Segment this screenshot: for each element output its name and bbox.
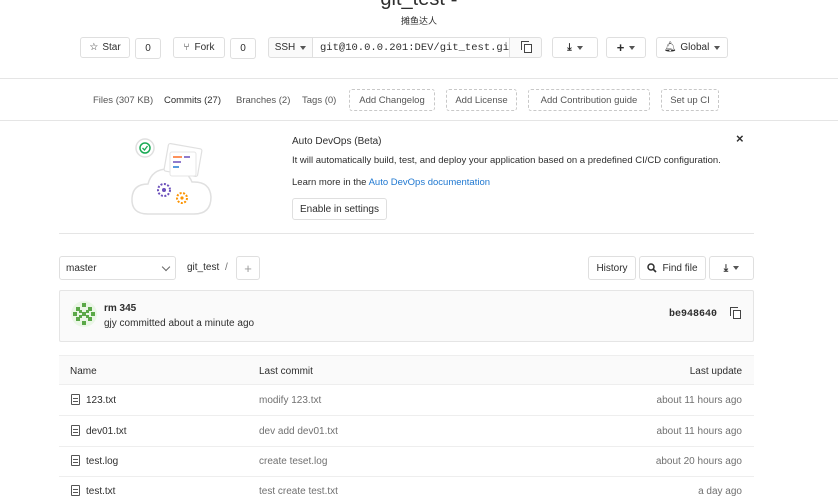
chevron-down-icon — [161, 262, 171, 271]
caret-down-icon — [629, 45, 636, 50]
file-updated: a day ago — [698, 486, 742, 497]
col-name-header: Name — [70, 366, 97, 377]
clone-url-input[interactable]: git@10.0.0.201:DEV/git_test.gi — [312, 37, 510, 58]
auto-devops-docs-link[interactable]: Auto DevOps documentation — [369, 177, 490, 188]
auto-devops-illustration — [131, 138, 212, 215]
col-last-update-header: Last update — [689, 366, 742, 377]
search-icon — [647, 263, 658, 273]
stats-divider — [0, 120, 838, 121]
file-name[interactable]: test.log — [86, 456, 118, 467]
table-row[interactable]: 123.txt modify 123.txt about 11 hours ag… — [59, 386, 754, 416]
header-divider — [0, 78, 838, 79]
add-changelog-button[interactable]: Add Changelog — [349, 89, 435, 111]
enable-in-settings-button[interactable]: Enable in settings — [292, 198, 387, 220]
notification-dropdown[interactable]: 🔔︎ Global — [656, 37, 728, 58]
breadcrumb-root[interactable]: git_test — [187, 262, 219, 273]
clone-protocol-label: SSH — [274, 42, 296, 53]
table-row[interactable]: dev01.txt dev add dev01.txt about 11 hou… — [59, 417, 754, 447]
file-icon — [71, 485, 80, 496]
breadcrumb-separator: / — [225, 262, 228, 273]
star-icon: ☆ — [89, 42, 99, 53]
file-icon — [71, 425, 80, 436]
star-label: Star — [102, 42, 121, 53]
file-commit[interactable]: test create test.txt — [259, 486, 338, 497]
file-updated: about 11 hours ago — [656, 426, 742, 437]
star-count[interactable]: 0 — [135, 38, 161, 59]
file-commit[interactable]: dev add dev01.txt — [259, 426, 338, 437]
table-row[interactable]: test.log create teset.log about 20 hours… — [59, 447, 754, 477]
project-description: 摊鱼达人 — [400, 16, 437, 26]
caret-down-icon — [300, 45, 307, 50]
caret-down-icon — [576, 45, 583, 50]
fork-button[interactable]: ⑂ Fork — [173, 37, 225, 58]
fork-label: Fork — [194, 42, 215, 53]
file-icon — [71, 455, 80, 466]
commit-message[interactable]: rm 345 — [104, 303, 136, 314]
learn-more-prefix: Learn more in the — [292, 177, 369, 188]
fork-count[interactable]: 0 — [230, 38, 256, 59]
find-file-button[interactable]: Find file — [639, 256, 706, 280]
file-commit[interactable]: create teset.log — [259, 456, 327, 467]
file-name[interactable]: test.txt — [86, 486, 115, 497]
auto-devops-title: Auto DevOps (Beta) — [292, 136, 382, 147]
copy-icon — [520, 41, 532, 53]
files-stat[interactable]: Files (307 KB) — [93, 95, 153, 106]
file-updated: about 11 hours ago — [656, 395, 742, 406]
download-icon: ⤓ — [723, 262, 729, 274]
file-name[interactable]: dev01.txt — [86, 426, 127, 437]
avatar[interactable] — [71, 301, 97, 327]
download-icon: ⤓ — [567, 42, 572, 53]
commit-author-line: gjy committed about a minute ago — [104, 318, 255, 329]
bell-icon: 🔔︎ — [663, 42, 677, 53]
find-file-label: Find file — [662, 262, 698, 274]
repo-download-dropdown[interactable]: ⤓ — [709, 256, 754, 280]
setup-ci-button[interactable]: Set up CI — [661, 89, 719, 111]
file-commit[interactable]: modify 123.txt — [259, 395, 321, 406]
files-table-header: Name Last commit Last update — [59, 355, 754, 385]
devops-divider — [59, 233, 754, 234]
add-contribution-guide-button[interactable]: Add Contribution guide — [528, 89, 650, 111]
auto-devops-learn-more: Learn more in the Auto DevOps documentat… — [292, 177, 490, 188]
add-dropdown[interactable]: + — [606, 37, 646, 58]
tags-stat[interactable]: Tags (0) — [302, 95, 336, 106]
table-row[interactable]: test.txt test create test.txt a day ago — [59, 477, 754, 501]
add-to-tree-button[interactable]: + — [236, 256, 260, 280]
history-button[interactable]: History — [588, 256, 636, 280]
caret-down-icon — [714, 45, 721, 50]
close-icon[interactable]: × — [736, 131, 744, 146]
branch-select[interactable]: master — [59, 256, 176, 280]
file-updated: about 20 hours ago — [655, 456, 742, 467]
branch-name: master — [66, 262, 97, 274]
clone-protocol-dropdown[interactable]: SSH — [268, 37, 313, 58]
project-title: git_test ▪ — [0, 0, 838, 11]
copy-sha-icon[interactable] — [730, 307, 741, 319]
copy-url-button[interactable] — [509, 37, 542, 58]
last-commit-panel — [59, 290, 754, 342]
auto-devops-description: It will automatically build, test, and d… — [292, 155, 721, 166]
add-license-button[interactable]: Add License — [446, 89, 517, 111]
file-icon — [71, 394, 80, 405]
file-name[interactable]: 123.txt — [86, 395, 116, 406]
commits-stat[interactable]: Commits (27) — [164, 95, 221, 106]
fork-icon: ⑂ — [183, 42, 190, 53]
commit-sha[interactable]: be948640 — [669, 309, 717, 320]
caret-down-icon — [733, 266, 740, 270]
star-button[interactable]: ☆ Star — [80, 37, 130, 58]
download-dropdown[interactable]: ⤓ — [552, 37, 598, 58]
col-last-commit-header: Last commit — [259, 366, 313, 377]
branches-stat[interactable]: Branches (2) — [236, 95, 290, 106]
plus-icon: + — [616, 39, 625, 55]
notification-label: Global — [680, 42, 710, 53]
